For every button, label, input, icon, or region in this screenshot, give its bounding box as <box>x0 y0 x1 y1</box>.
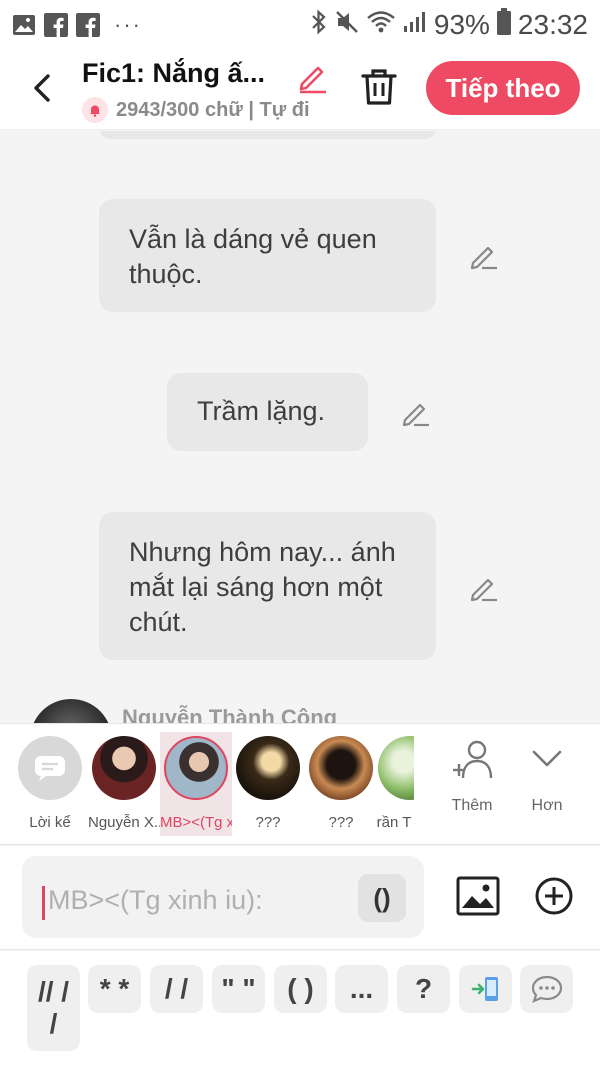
composer: () <box>0 846 600 950</box>
author-name: Nguyễn Thành Công <box>122 705 338 723</box>
character-picker: Lời kể Nguyễn X... MB><(Tg x... ??? ??? … <box>0 723 600 845</box>
more-label: Hơn <box>531 797 563 814</box>
clock: 23:32 <box>517 9 588 40</box>
plus-circle-icon <box>535 877 573 915</box>
edit-message-button[interactable] <box>468 571 500 603</box>
character-avatar[interactable]: Nguyễn X... <box>88 732 160 831</box>
avatar <box>92 736 156 800</box>
quick-key-parentheses[interactable]: ( ) <box>274 965 327 1013</box>
battery-icon <box>496 7 512 43</box>
trash-icon <box>361 69 397 105</box>
edit-message-button[interactable] <box>468 239 500 271</box>
quick-key-slashes[interactable]: // / / <box>27 965 80 1051</box>
bubble-text: Vẫn là dáng vẻ quen thuộc. <box>129 224 377 289</box>
narration-bubble[interactable]: Nhưng hôm nay... ánh mắt lại sáng hơn mộ… <box>99 512 436 660</box>
character-narrator[interactable]: Lời kể <box>14 732 86 831</box>
bluetooth-icon <box>310 9 328 42</box>
story-chat-area[interactable]: Vẫn là dáng vẻ quen thuộc. Trầm lặng. Nh… <box>0 131 600 723</box>
character-label: ??? <box>255 814 281 831</box>
character-avatar[interactable]: rần T <box>374 732 414 831</box>
quick-key-double-slash[interactable]: / / <box>150 965 203 1013</box>
message-input[interactable] <box>48 878 368 922</box>
word-count-line: 2943/300 chữ | Tự đi <box>82 96 328 124</box>
facebook-icon <box>76 13 100 37</box>
parentheses-button[interactable]: () <box>358 874 406 922</box>
bubble-text: Nhưng hôm nay... ánh mắt lại sáng hơn mộ… <box>129 537 396 637</box>
add-label: Thêm <box>451 797 493 814</box>
character-label: Lời kể <box>29 814 71 831</box>
character-label: MB><(Tg x... <box>160 814 232 831</box>
quick-key-quotes[interactable]: " " <box>212 965 265 1013</box>
add-button[interactable] <box>534 876 574 916</box>
chevron-left-icon <box>34 74 50 102</box>
pencil-icon <box>470 578 497 602</box>
wifi-icon <box>366 9 396 42</box>
edit-message-button[interactable] <box>400 396 432 428</box>
previous-bubble-edge <box>99 131 436 139</box>
back-button[interactable] <box>24 68 64 108</box>
bell-icon <box>82 97 108 123</box>
character-avatar[interactable]: ??? <box>232 732 304 831</box>
character-label: ??? <box>328 814 354 831</box>
mute-icon <box>334 9 360 42</box>
bubble-text: Trầm lặng. <box>197 396 326 426</box>
narration-bubble[interactable]: Vẫn là dáng vẻ quen thuộc. <box>99 199 436 312</box>
pencil-icon <box>402 403 429 427</box>
editor-header: Fic1: Nắng ấ... 2943/300 chữ | Tự đi Tiế… <box>0 50 600 130</box>
gallery-icon <box>12 13 36 37</box>
avatar <box>236 736 300 800</box>
insert-image-button[interactable] <box>456 876 500 916</box>
character-avatar[interactable]: ??? <box>305 732 377 831</box>
quick-symbol-bar: // / / * * / / " " ( ) ... ? <box>0 951 600 1067</box>
chat-bubble-icon <box>531 975 562 1003</box>
character-label: Nguyễn X... <box>88 814 160 831</box>
more-button[interactable]: Hơn <box>517 736 577 815</box>
battery-percent: 93% <box>433 9 490 40</box>
more-notifications-icon: ··· <box>114 12 142 37</box>
phone-enter-icon <box>471 977 498 1001</box>
character-label: rần T <box>376 814 412 831</box>
chevron-down-icon <box>532 750 562 767</box>
quick-key-question[interactable]: ? <box>397 965 450 1013</box>
avatar <box>309 736 373 800</box>
delete-button[interactable] <box>360 66 398 108</box>
facebook-icon <box>44 13 68 37</box>
signal-icon <box>402 9 428 41</box>
edit-title-button[interactable] <box>294 58 330 94</box>
add-user-icon <box>453 740 493 779</box>
message-input-box[interactable]: () <box>22 856 424 938</box>
avatar <box>164 736 228 800</box>
add-character-button[interactable]: Thêm <box>442 736 502 815</box>
quick-key-asterisks[interactable]: * * <box>88 965 141 1013</box>
pencil-icon <box>470 246 497 270</box>
story-title[interactable]: Fic1: Nắng ấ... <box>82 58 292 89</box>
pencil-icon <box>299 66 326 94</box>
quick-key-chat[interactable] <box>520 965 573 1013</box>
quick-key-phone[interactable] <box>459 965 512 1013</box>
next-button[interactable]: Tiếp theo <box>426 61 580 115</box>
character-avatar-selected[interactable]: MB><(Tg x... <box>160 732 232 836</box>
status-bar: ··· 93% 23:32 <box>0 0 600 50</box>
word-count: 2943/300 chữ | Tự đi <box>116 98 310 121</box>
author-avatar <box>30 699 112 723</box>
text-caret <box>42 886 45 920</box>
avatar <box>378 736 414 800</box>
quick-key-ellipsis[interactable]: ... <box>335 965 388 1013</box>
narration-bubble[interactable]: Trầm lặng. <box>167 373 368 451</box>
narration-icon <box>18 736 82 800</box>
image-icon <box>456 876 500 916</box>
